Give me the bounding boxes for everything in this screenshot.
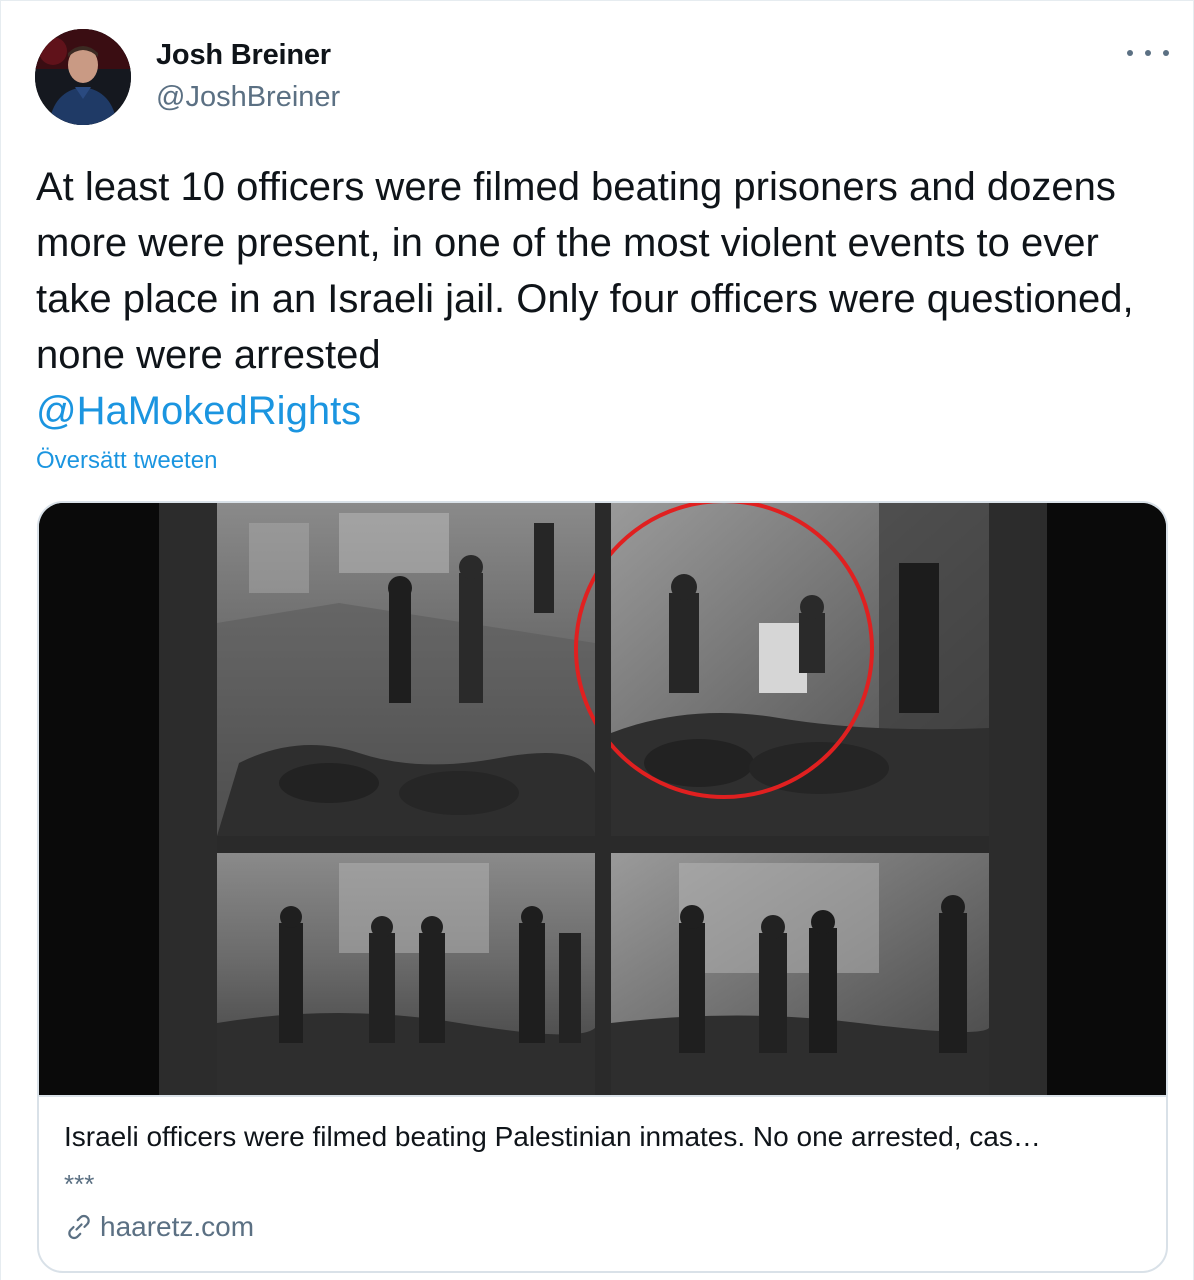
author-name[interactable]: Josh Breiner [156,39,331,72]
ellipsis-icon-dot [1163,50,1169,56]
profile-photo-icon [35,29,131,125]
tweet-body: At least 10 officers were filmed beating… [36,165,1134,377]
author-handle[interactable]: @JoshBreiner [156,81,340,114]
card-details[interactable]: Israeli officers were filmed beating Pal… [39,1095,1166,1271]
card-domain-text: haaretz.com [100,1211,255,1242]
translate-tweet-link[interactable]: Översätt tweeten [36,447,217,475]
link-card[interactable]: Israeli officers were filmed beating Pal… [37,501,1168,1273]
card-description: *** [64,1169,95,1199]
card-title[interactable]: Israeli officers were filmed beating Pal… [64,1121,1144,1153]
ellipsis-icon-dot [1127,50,1133,56]
avatar[interactable] [35,29,131,125]
card-domain[interactable]: haaretz.com [64,1211,254,1243]
mention-link[interactable]: @HaMokedRights [36,389,361,433]
link-icon [64,1212,94,1242]
ellipsis-icon-dot [1145,50,1151,56]
card-image[interactable] [39,503,1166,1095]
surveillance-footage-image [39,503,1166,1095]
tweet: Josh Breiner @JoshBreiner At least 10 of… [0,0,1194,1280]
more-options-button[interactable] [1127,39,1169,67]
tweet-text: At least 10 officers were filmed beating… [36,159,1156,439]
